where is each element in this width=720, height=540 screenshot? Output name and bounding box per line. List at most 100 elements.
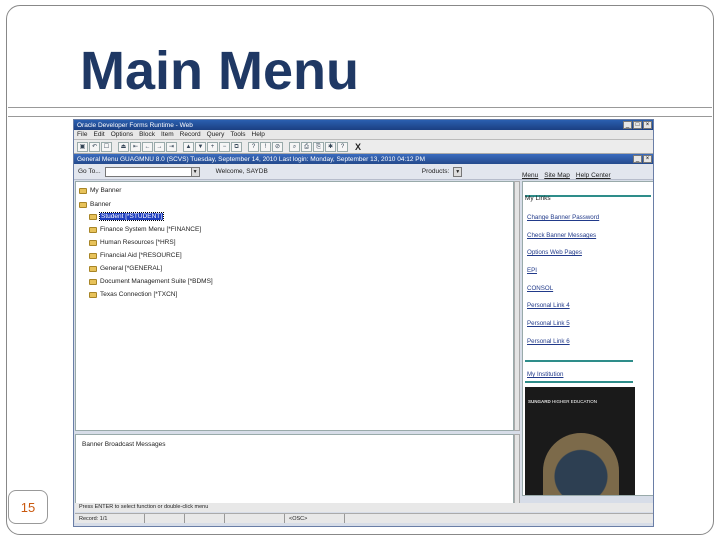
duplicate-icon[interactable]: ⧉ — [231, 141, 242, 152]
tree-item-financial-aid[interactable]: Financial Aid [*RESOURCE] — [89, 252, 182, 259]
save-icon[interactable]: ▣ — [77, 141, 88, 152]
folder-icon — [79, 201, 87, 208]
tree-item-document-management[interactable]: Document Management Suite [*BDMS] — [89, 278, 213, 285]
folder-icon — [89, 213, 97, 220]
tree-my-banner[interactable]: My Banner — [79, 187, 121, 194]
status-cell — [225, 514, 285, 523]
link-site-map[interactable]: Site Map — [544, 172, 570, 179]
status-bar: Record: 1/1 <OSC> — [75, 513, 653, 523]
banner-app-window: Oracle Developer Forms Runtime - Web _ □… — [73, 119, 654, 527]
execute-query-icon[interactable]: ! — [260, 141, 271, 152]
previous-record-icon[interactable]: ▲ — [183, 141, 194, 152]
menubar: File Edit Options Block Item Record Quer… — [74, 130, 653, 140]
page-number: 15 — [20, 500, 36, 515]
link-personal-4[interactable]: Personal Link 4 — [527, 302, 570, 309]
next-block-icon[interactable]: → — [154, 141, 165, 152]
link-my-institution[interactable]: My Institution — [527, 371, 563, 378]
remove-record-icon[interactable]: − — [219, 141, 230, 152]
products-label: Products: — [421, 168, 450, 175]
arch-window-image — [543, 433, 619, 495]
products-dropdown[interactable]: ▼ — [453, 166, 463, 177]
print-icon[interactable]: ⎙ — [301, 141, 312, 152]
folder-icon — [79, 187, 87, 194]
menu-query[interactable]: Query — [207, 131, 225, 138]
tree-item-general[interactable]: General [*GENERAL] — [89, 265, 162, 272]
folder-icon — [89, 252, 97, 259]
link-menu[interactable]: Menu — [522, 172, 538, 179]
minimize-button[interactable]: _ — [623, 121, 632, 129]
cancel-query-icon[interactable]: ⊘ — [272, 141, 283, 152]
chevron-down-icon[interactable]: ▼ — [190, 167, 199, 176]
menu-block[interactable]: Block — [139, 131, 155, 138]
search-icon[interactable]: ⌕ — [289, 141, 300, 152]
link-consol[interactable]: CONSOL — [527, 285, 553, 292]
menu-record[interactable]: Record — [180, 131, 201, 138]
menu-file[interactable]: File — [77, 131, 87, 138]
goto-label: Go To... — [78, 168, 101, 175]
first-block-icon[interactable]: ⇤ — [130, 141, 141, 152]
previous-block-icon[interactable]: ← — [142, 141, 153, 152]
top-links: Menu Site Map Help Center — [522, 172, 611, 179]
tree-scrollbar[interactable] — [514, 181, 520, 431]
title-rule — [8, 107, 712, 117]
rollback-icon[interactable]: ↶ — [89, 141, 100, 152]
link-check-messages[interactable]: Check Banner Messages — [527, 232, 596, 239]
exit-icon[interactable]: ⏏ — [118, 141, 129, 152]
link-personal-5[interactable]: Personal Link 5 — [527, 320, 570, 327]
lightbulb-icon[interactable]: ✱ — [325, 141, 336, 152]
folder-icon — [89, 239, 97, 246]
slide-title: Main Menu — [80, 41, 359, 101]
link-web-pages[interactable]: Options Web Pages — [527, 249, 582, 256]
tree-item-human-resources[interactable]: Human Resources [*HRS] — [89, 239, 176, 246]
broadcast-label: Banner Broadcast Messages — [82, 441, 166, 448]
enter-query-icon[interactable]: ? — [248, 141, 259, 152]
divider — [525, 360, 633, 362]
tree-banner[interactable]: Banner — [79, 201, 111, 208]
menu-tools[interactable]: Tools — [230, 131, 245, 138]
next-record-icon[interactable]: ▼ — [195, 141, 206, 152]
form-titlebar: General Menu GUAGMNU 8.0 (SCVS) Tuesday,… — [74, 154, 653, 164]
my-links-panel: My Links Change Banner Password Check Ba… — [522, 181, 653, 496]
folder-icon — [89, 265, 97, 272]
toolbar-exit-x[interactable]: X — [355, 142, 361, 152]
folder-icon — [89, 226, 97, 233]
form-title: General Menu GUAGMNU 8.0 (SCVS) Tuesday,… — [77, 155, 426, 163]
link-change-password[interactable]: Change Banner Password — [527, 214, 599, 221]
menu-edit[interactable]: Edit — [93, 131, 104, 138]
link-personal-6[interactable]: Personal Link 6 — [527, 338, 570, 345]
menu-options[interactable]: Options — [111, 131, 133, 138]
broadcast-panel: Banner Broadcast Messages — [75, 434, 514, 510]
last-block-icon[interactable]: ⇥ — [166, 141, 177, 152]
window-titlebar: Oracle Developer Forms Runtime - Web _ □… — [74, 120, 653, 130]
divider — [525, 381, 633, 383]
tree-item-finance[interactable]: Finance System Menu [*FINANCE] — [89, 226, 201, 233]
maximize-button[interactable]: □ — [633, 121, 642, 129]
window-title: Oracle Developer Forms Runtime - Web — [77, 121, 193, 129]
broadcast-scrollbar[interactable] — [514, 434, 520, 510]
link-help-center[interactable]: Help Center — [576, 172, 611, 179]
link-epi[interactable]: EPI — [527, 267, 537, 274]
menu-item[interactable]: Item — [161, 131, 174, 138]
folder-icon — [89, 278, 97, 285]
menu-help[interactable]: Help — [252, 131, 265, 138]
close-window-button[interactable]: × — [643, 121, 652, 129]
tree-item-texas-connection[interactable]: Texas Connection [*TXCN] — [89, 291, 177, 298]
help-icon[interactable]: ? — [337, 141, 348, 152]
select-icon[interactable]: ☐ — [101, 141, 112, 152]
toolbar: ▣ ↶ ☐ ⏏ ⇤ ← → ⇥ ▲ ▼ + − ⧉ ? ! ⊘ ⌕ ⎙ ⎘ ✱ … — [74, 140, 653, 154]
menu-tree-panel: My Banner Banner Student [*STUDENT] Fina… — [75, 181, 514, 431]
attachment-icon[interactable]: ⎘ — [313, 141, 324, 152]
form-minimize-button[interactable]: _ — [633, 155, 642, 163]
welcome-text: Welcome, SAYDB — [215, 168, 268, 175]
tree-item-student[interactable]: Student [*STUDENT] — [89, 212, 165, 221]
sungard-promo-image[interactable]: SUNGARD HIGHER EDUCATION — [525, 387, 635, 495]
insert-record-icon[interactable]: + — [207, 141, 218, 152]
status-osc: <OSC> — [285, 514, 345, 523]
my-links-heading: My Links — [525, 182, 651, 202]
status-message: Press ENTER to select function or double… — [75, 503, 653, 512]
goto-input[interactable]: ▼ — [104, 166, 200, 177]
status-record: Record: 1/1 — [75, 514, 145, 523]
folder-icon — [89, 291, 97, 298]
form-close-button[interactable]: × — [643, 155, 652, 163]
status-cell — [145, 514, 185, 523]
